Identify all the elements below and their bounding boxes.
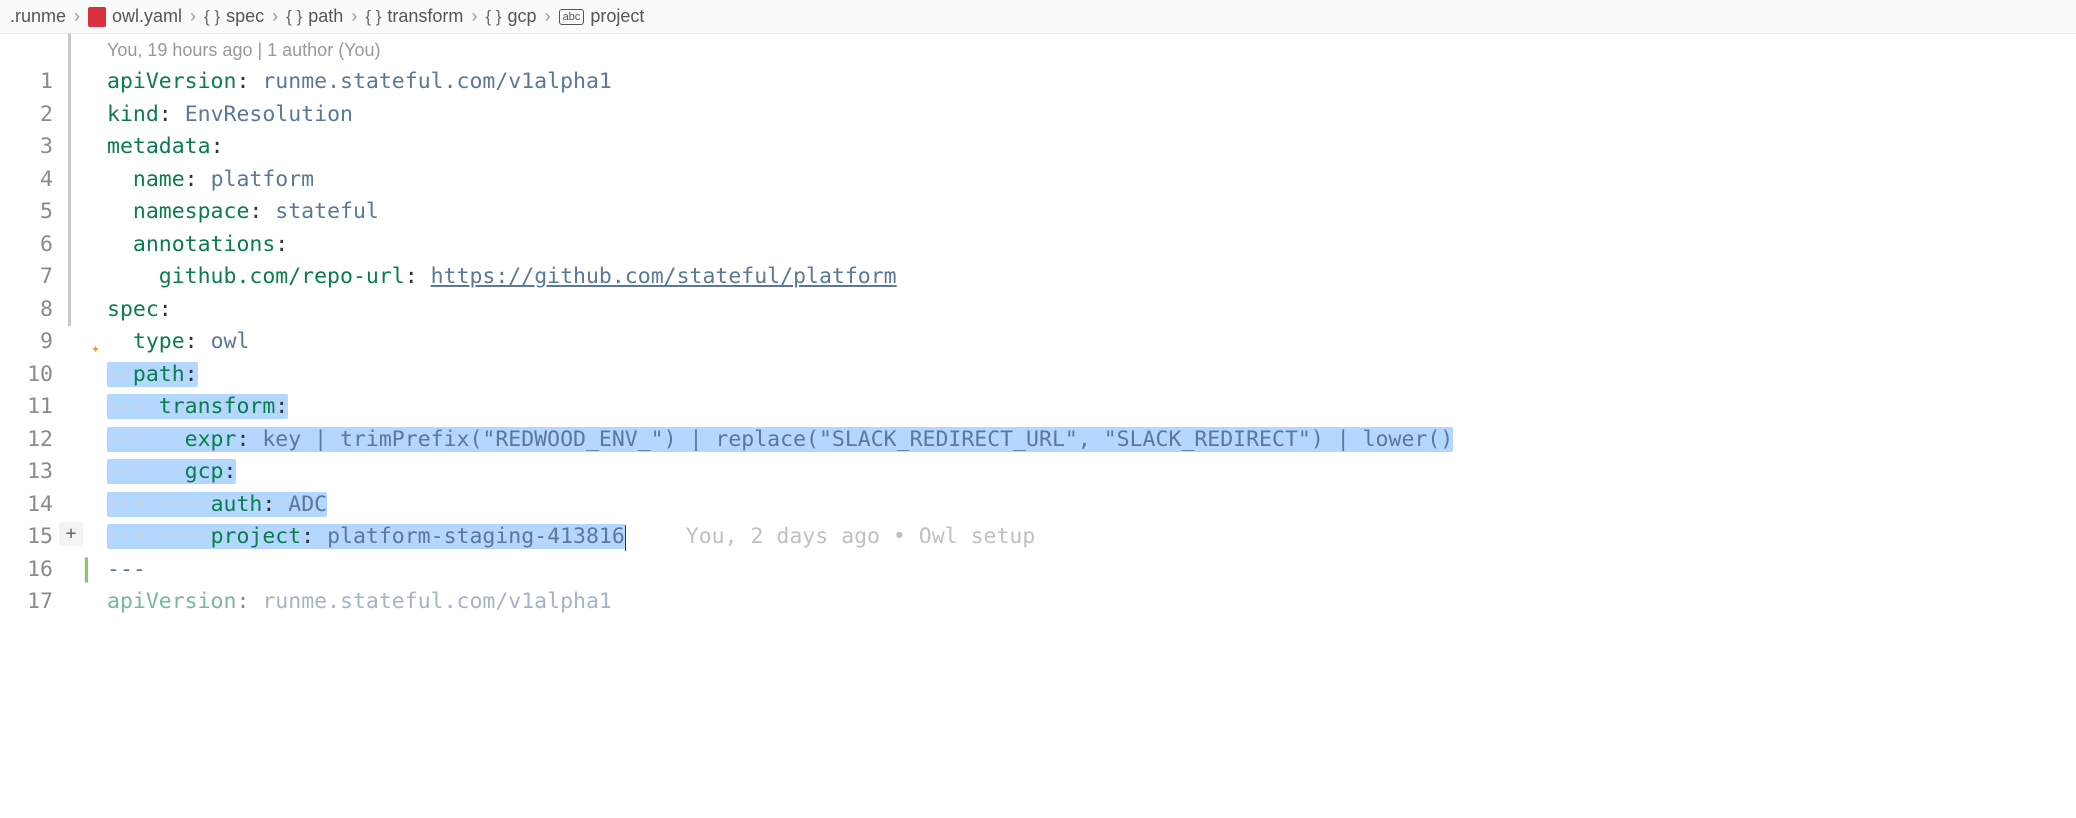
code-line[interactable]: ······expr:·key | trimPrefix("REDWOOD_EN… — [107, 424, 2076, 457]
line-number: 11 — [0, 391, 53, 424]
line-number: 16 — [0, 554, 53, 587]
crumb-sep: › — [190, 6, 196, 27]
line-number: 10 — [0, 359, 53, 392]
code-line[interactable]: ▎--- — [107, 554, 2076, 587]
brace-icon: { } — [204, 7, 220, 27]
crumb-sep: › — [545, 6, 551, 27]
code-line[interactable]: spec: — [107, 294, 2076, 327]
code-line[interactable]: ··path: — [107, 359, 2076, 392]
text-cursor — [625, 525, 626, 551]
editor[interactable]: 1 2 3 4 5 6 7 8 9 10 11 12 13 14 15+ 16 … — [0, 34, 2076, 619]
line-number: 8 — [0, 294, 53, 327]
sparkle-icon: ✦ — [91, 332, 100, 364]
crumb-owl-yaml[interactable]: owl.yaml — [88, 6, 182, 27]
brace-icon: { } — [485, 7, 501, 27]
line-number: 2 — [0, 99, 53, 132]
code-line[interactable]: ✦ type: owl — [107, 326, 2076, 359]
crumb-transform[interactable]: { } transform — [365, 6, 463, 27]
yaml-doc-start-icon: ▎ — [85, 554, 98, 586]
code-line[interactable]: apiVersion: runme.stateful.com/v1alpha1 — [107, 586, 2076, 619]
code-line[interactable]: ········project:·platform-staging-413816… — [107, 521, 2076, 554]
change-bar — [68, 34, 71, 326]
code-line[interactable]: name: platform — [107, 164, 2076, 197]
code-line[interactable]: ········auth:·ADC — [107, 489, 2076, 522]
line-number: 15+ — [0, 521, 53, 554]
crumb-runme[interactable]: .runme — [10, 6, 66, 27]
brace-icon: { } — [365, 7, 381, 27]
line-number: 7 — [0, 261, 53, 294]
code-area[interactable]: You, 19 hours ago | 1 author (You) apiVe… — [107, 34, 2076, 619]
line-number: 6 — [0, 229, 53, 262]
code-line[interactable]: apiVersion: runme.stateful.com/v1alpha1 — [107, 66, 2076, 99]
add-line-button[interactable]: + — [59, 522, 83, 546]
string-icon: abc — [559, 9, 585, 25]
line-number: 9 — [0, 326, 53, 359]
crumb-gcp[interactable]: { } gcp — [485, 6, 536, 27]
line-number: 14 — [0, 489, 53, 522]
line-number: 3 — [0, 131, 53, 164]
breadcrumb: .runme › owl.yaml › { } spec › { } path … — [0, 0, 2076, 34]
code-line[interactable]: metadata: — [107, 131, 2076, 164]
code-line[interactable]: annotations: — [107, 229, 2076, 262]
gitlens-header: You, 19 hours ago | 1 author (You) — [107, 34, 2076, 66]
code-line[interactable]: github.com/repo-url: https://github.com/… — [107, 261, 2076, 294]
gitlens-inline-blame: You, 2 days ago • Owl setup — [686, 524, 1036, 549]
line-number-gutter: 1 2 3 4 5 6 7 8 9 10 11 12 13 14 15+ 16 … — [0, 34, 65, 619]
code-line[interactable]: ······gcp: — [107, 456, 2076, 489]
fold-column — [79, 34, 107, 619]
crumb-sep: › — [272, 6, 278, 27]
crumb-project[interactable]: abc project — [559, 6, 645, 27]
line-number: 1 — [0, 66, 53, 99]
crumb-sep: › — [351, 6, 357, 27]
crumb-spec[interactable]: { } spec — [204, 6, 264, 27]
crumb-path[interactable]: { } path — [286, 6, 343, 27]
code-line[interactable]: ····transform: — [107, 391, 2076, 424]
brace-icon: { } — [286, 7, 302, 27]
crumb-sep: › — [471, 6, 477, 27]
line-number: 4 — [0, 164, 53, 197]
line-number: 13 — [0, 456, 53, 489]
code-line[interactable]: namespace: stateful — [107, 196, 2076, 229]
yaml-file-icon — [88, 7, 106, 27]
line-number: 5 — [0, 196, 53, 229]
code-line[interactable]: kind: EnvResolution — [107, 99, 2076, 132]
line-number: 12 — [0, 424, 53, 457]
crumb-sep: › — [74, 6, 80, 27]
line-number: 17 — [0, 586, 53, 619]
